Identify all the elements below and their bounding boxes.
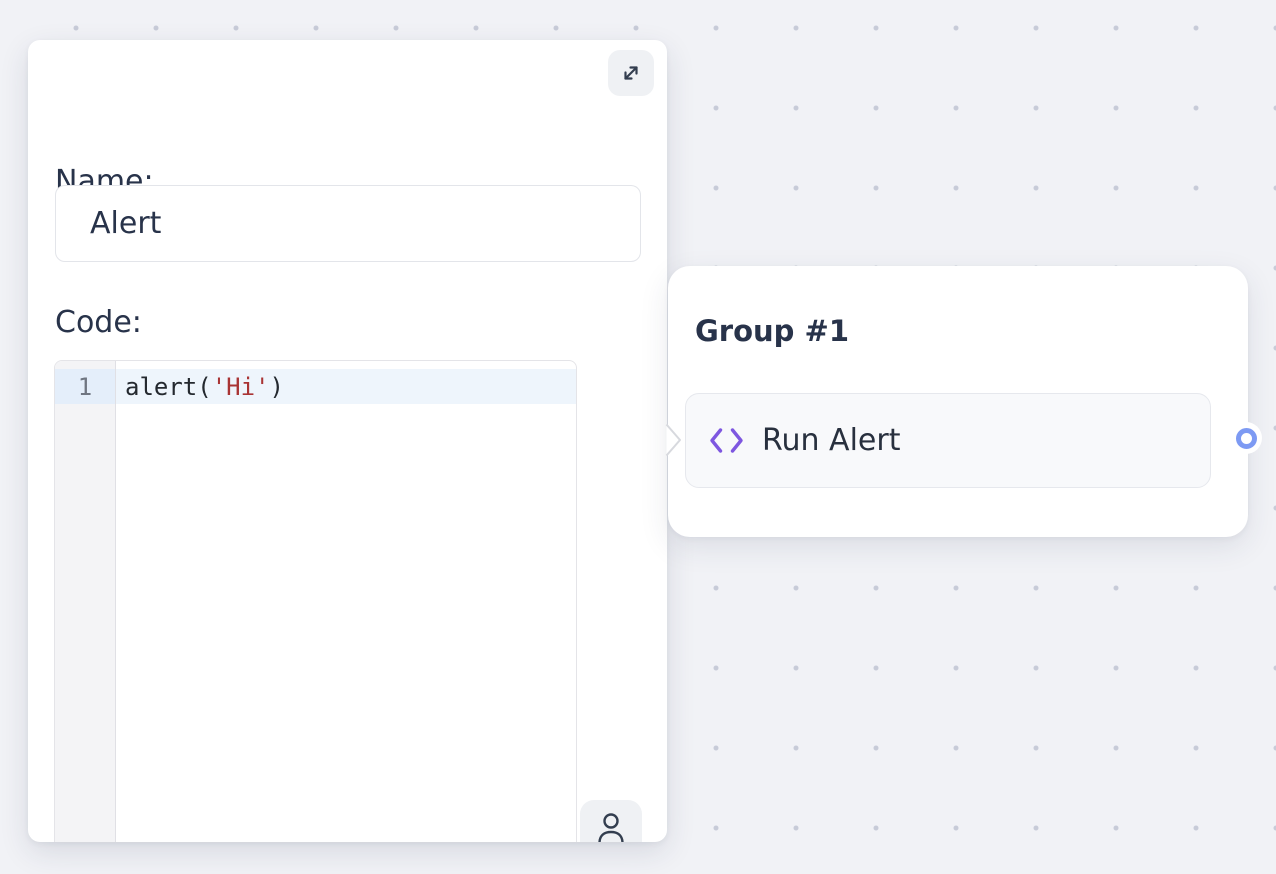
group-node[interactable]: Group #1 Run Alert — [668, 266, 1248, 537]
code-label: Code: — [55, 304, 142, 342]
name-input[interactable] — [55, 185, 641, 262]
output-handle-ring — [1236, 428, 1257, 449]
node-input-handle[interactable] — [664, 422, 684, 458]
expand-button[interactable] — [608, 50, 654, 96]
code-editor-gutter: 1 — [55, 361, 116, 842]
code-line: alert('Hi') — [116, 369, 576, 404]
node-output-handle[interactable] — [1230, 422, 1262, 454]
node-label: Run Alert — [762, 423, 900, 458]
group-title: Group #1 — [695, 314, 849, 348]
code-token: ) — [270, 373, 284, 401]
run-alert-node[interactable]: Run Alert — [685, 393, 1211, 488]
code-brackets-icon — [708, 426, 745, 455]
code-token-string: 'Hi' — [212, 373, 270, 401]
node-editor-panel: Name: Code: 1 alert('Hi') — [28, 40, 667, 842]
code-editor[interactable]: 1 alert('Hi') — [54, 360, 577, 842]
flow-canvas[interactable]: Name: Code: 1 alert('Hi') Group #1 — [0, 0, 1276, 874]
code-token: alert( — [125, 373, 212, 401]
line-number: 1 — [55, 369, 115, 404]
person-button[interactable] — [580, 800, 642, 842]
expand-icon — [620, 62, 642, 84]
person-icon — [597, 812, 625, 842]
code-editor-content[interactable]: alert('Hi') — [116, 361, 576, 842]
